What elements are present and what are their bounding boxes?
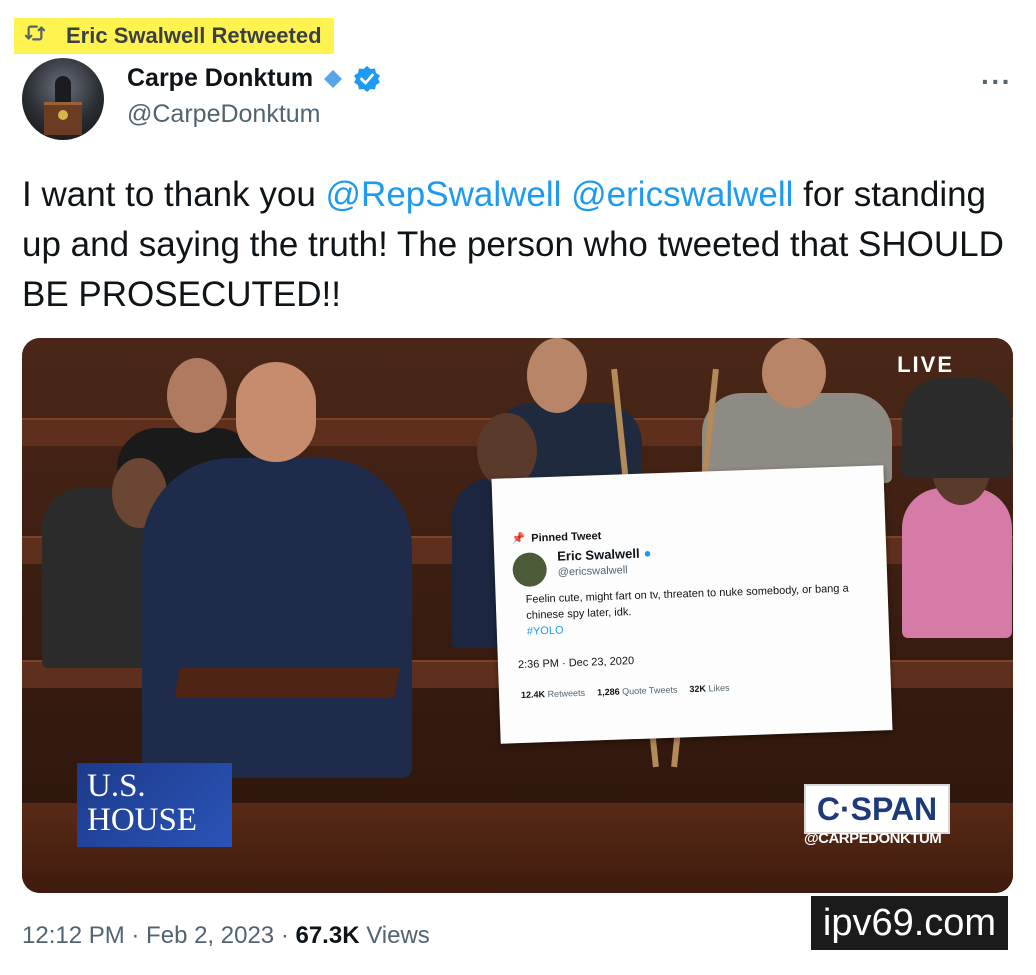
- poster-quotes: 1,286 Quote Tweets: [597, 685, 678, 698]
- poster-likes: 32K Likes: [689, 683, 729, 694]
- poster-stats: 12.4K Retweets 1,286 Quote Tweets 32K Li…: [521, 683, 730, 700]
- diamond-icon: [324, 69, 343, 88]
- poster-verified-icon: ●: [643, 545, 652, 561]
- pinned-label: Pinned Tweet: [531, 530, 602, 545]
- poster-retweets-count: 12.4K: [520, 689, 546, 701]
- audience-head: [167, 358, 227, 433]
- audience-head: [762, 338, 826, 408]
- tweet-text-space: [561, 175, 571, 214]
- pin-icon: 📌: [511, 532, 526, 546]
- more-options-icon[interactable]: ···: [981, 66, 1012, 98]
- poster-retweets: 12.4K Retweets: [521, 688, 585, 700]
- us-house-line2: HOUSE: [87, 802, 198, 838]
- avatar-figure: [55, 76, 71, 104]
- poster-quotes-label: Quote Tweets: [621, 684, 678, 697]
- cspan-logo: C·SPAN: [804, 784, 950, 834]
- audience-person: [902, 378, 1012, 478]
- pinned-tweet-poster: 📌 Pinned Tweet Eric Swalwell ● @ericswalwe…: [491, 465, 893, 744]
- poster-name-row: Eric Swalwell ●: [557, 545, 652, 563]
- poster-avatar: [512, 552, 548, 588]
- poster-handle: @ericswalwell: [557, 564, 628, 579]
- pinned-label-row: 📌 Pinned Tweet: [511, 529, 601, 545]
- tweet-footer: 12:12 PM · Feb 2, 2023 · 67.3K Views: [22, 922, 430, 950]
- poster-likes-label: Likes: [708, 682, 730, 694]
- audience-person: [902, 488, 1012, 638]
- speaker-head: [236, 362, 316, 462]
- audience-head: [527, 338, 587, 413]
- retweet-label: Eric Swalwell Retweeted: [66, 23, 322, 48]
- views-count: 67.3K: [295, 922, 360, 949]
- avatar-seal: [58, 110, 68, 120]
- tweet-text-start: I want to thank you: [22, 175, 326, 214]
- mention-ericswalwell[interactable]: @ericswalwell: [571, 175, 793, 214]
- retweet-banner[interactable]: Eric Swalwell Retweeted: [14, 18, 334, 54]
- author-name-row[interactable]: Carpe Donktum: [127, 64, 381, 93]
- poster-name: Eric Swalwell: [556, 545, 640, 564]
- verified-badge-icon: [354, 65, 381, 92]
- poster-quotes-count: 1,286: [596, 686, 620, 698]
- mention-repswalwell[interactable]: @RepSwalwell: [326, 175, 562, 214]
- author-handle[interactable]: @CarpeDonktum: [127, 100, 321, 129]
- tweet-timestamp[interactable]: 12:12 PM · Feb 2, 2023 ·: [22, 922, 295, 949]
- poster-timestamp: 2:36 PM · Dec 23, 2020: [517, 655, 635, 672]
- us-house-line1: U.S.: [87, 768, 146, 804]
- avatar[interactable]: [22, 58, 104, 140]
- views-label: Views: [359, 922, 430, 949]
- retweet-icon: [24, 23, 46, 49]
- cspan-handle: @CARPEDONKTUM: [804, 830, 942, 847]
- site-watermark: ipv69.com: [811, 896, 1008, 950]
- poster-text-block: Feelin cute, might fart on tv, threaten …: [525, 580, 876, 640]
- author-name[interactable]: Carpe Donktum: [127, 64, 313, 93]
- poster-likes-count: 32K: [689, 683, 707, 695]
- lectern: [174, 668, 400, 698]
- live-badge: LIVE: [897, 352, 954, 377]
- tweet-text: I want to thank you @RepSwalwell @ericsw…: [22, 170, 1012, 320]
- speaker-body: [142, 458, 412, 778]
- poster-retweets-label: Retweets: [547, 687, 586, 700]
- us-house-logo: U.S. HOUSE: [77, 763, 232, 847]
